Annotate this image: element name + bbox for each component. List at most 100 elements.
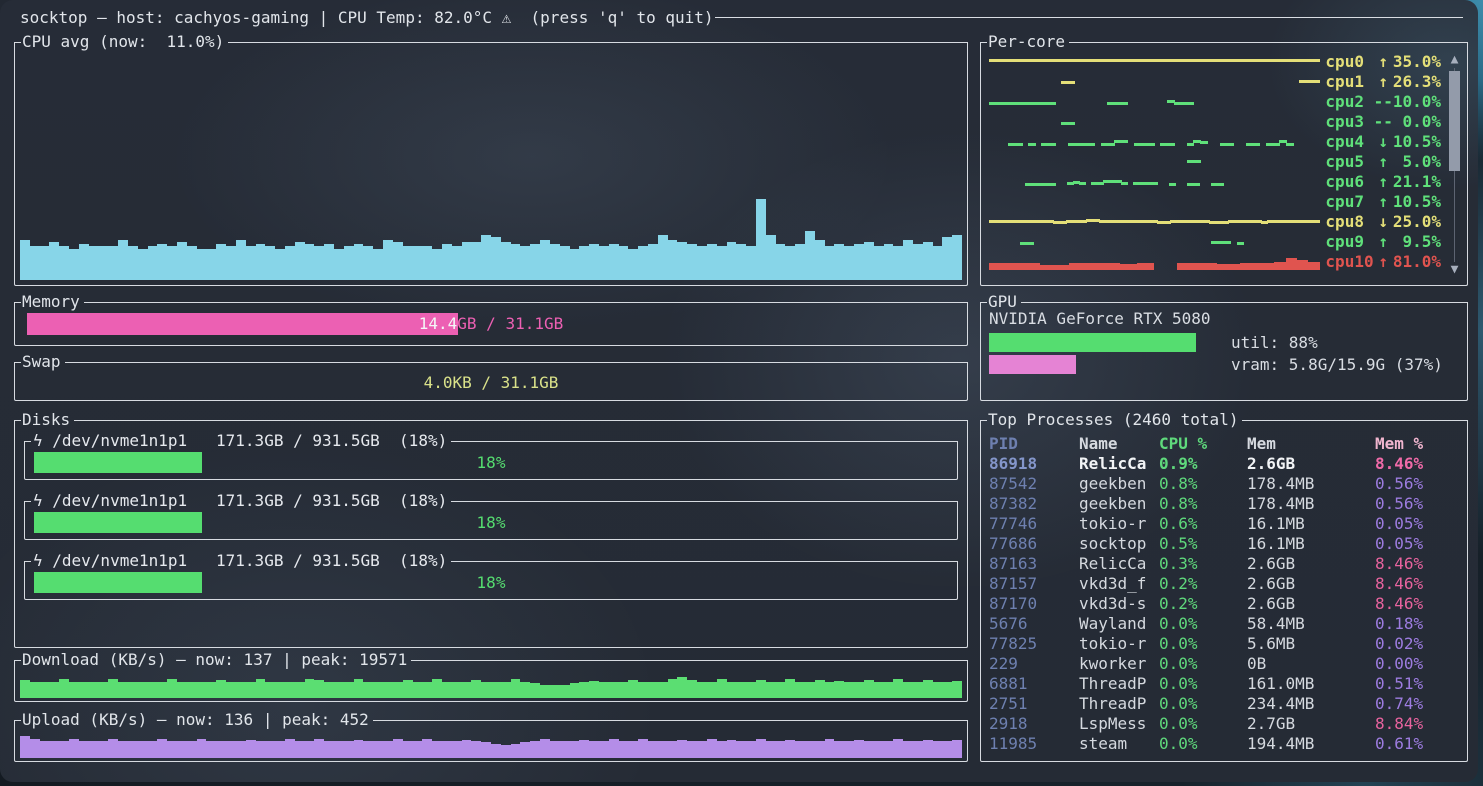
- gpu-body: NVIDIA GeForce RTX 5080 util: 88% vram: …: [981, 303, 1467, 400]
- per-core-row: cpu0↑35.0%: [981, 52, 1467, 72]
- processes-panel: Top Processes (2460 total) PID Name CPU …: [980, 412, 1468, 762]
- core-sparkline: [989, 255, 1319, 270]
- disk-subpanel: ϟ /dev/nvme1n1p1 171.3GB / 931.5GB (18%)…: [24, 433, 958, 480]
- per-core-scrollbar[interactable]: ▲ ▼: [1448, 54, 1461, 276]
- disk-subpanel: ϟ /dev/nvme1n1p1 171.3GB / 931.5GB (18%)…: [24, 553, 958, 600]
- core-sparkline: [989, 215, 1319, 230]
- download-title: Download (KB/s) — now: 137 | peak: 19571: [21, 651, 411, 669]
- per-core-row: cpu4↓10.5%: [981, 132, 1467, 152]
- process-row: 87382geekben0.8%178.4MB0.56%: [981, 494, 1467, 514]
- core-sparkline: [989, 75, 1319, 90]
- scroll-down-icon[interactable]: ▼: [1448, 264, 1461, 276]
- app-title: socktop — host: cachyos-gaming | CPU Tem…: [20, 8, 714, 27]
- process-row: 87170vkd3d-s0.2%2.6GB8.46%: [981, 594, 1467, 614]
- process-row: 77825tokio-r0.0%5.6MB0.02%: [981, 634, 1467, 654]
- core-label: cpu1↑26.3%: [1325, 72, 1441, 92]
- process-table-header: PID Name CPU % Mem Mem %: [981, 434, 1467, 454]
- per-core-row: cpu7↑10.5%: [981, 192, 1467, 212]
- gpu-name: NVIDIA GeForce RTX 5080: [989, 309, 1211, 328]
- disk-subpanel: ϟ /dev/nvme1n1p1 171.3GB / 931.5GB (18%)…: [24, 493, 958, 540]
- titlebar-rule: [715, 17, 1463, 18]
- app-titlebar: socktop — host: cachyos-gaming | CPU Tem…: [20, 7, 1463, 27]
- core-label: cpu9↑9.5%: [1325, 232, 1441, 252]
- core-label: cpu5↑5.0%: [1325, 152, 1441, 172]
- process-row: 6881ThreadP0.0%161.0MB0.51%: [981, 674, 1467, 694]
- process-row: 77686socktop0.5%16.1MB0.05%: [981, 534, 1467, 554]
- core-label: cpu8↓25.0%: [1325, 212, 1441, 232]
- per-core-row: cpu3--0.0%: [981, 112, 1467, 132]
- per-core-row: cpu2--10.0%: [981, 92, 1467, 112]
- disk-gauge: 18%: [34, 452, 948, 473]
- download-panel: Download (KB/s) — now: 137 | peak: 19571: [14, 652, 968, 702]
- memory-panel: Memory 14.4GB / 31.1GB 14.4GB / 31.1GB: [14, 294, 968, 346]
- per-core-list: cpu0↑35.0%cpu1↑26.3%cpu2--10.0%cpu3--0.0…: [981, 52, 1467, 272]
- core-label: cpu2--10.0%: [1325, 92, 1441, 112]
- process-row: 11985steam0.0%194.4MB0.61%: [981, 734, 1467, 754]
- process-row: 87157vkd3d_f0.2%2.6GB8.46%: [981, 574, 1467, 594]
- disk-gauge: 18%: [34, 512, 948, 533]
- disk-title: ϟ /dev/nvme1n1p1 171.3GB / 931.5GB (18%): [31, 492, 451, 510]
- per-core-title: Per-core: [987, 33, 1069, 51]
- gpu-panel: GPU NVIDIA GeForce RTX 5080 util: 88% vr…: [980, 294, 1468, 401]
- processes-title: Top Processes (2460 total): [987, 411, 1242, 429]
- per-core-row: cpu10↑81.0%: [981, 252, 1467, 272]
- process-row: 2751ThreadP0.0%234.4MB0.74%: [981, 694, 1467, 714]
- gpu-util-label: util: 88%: [1231, 333, 1318, 352]
- swap-title: Swap: [21, 353, 65, 371]
- core-sparkline: [989, 175, 1319, 190]
- per-core-row: cpu6↑21.1%: [981, 172, 1467, 192]
- process-row: 2918LspMess0.0%2.7GB8.84%: [981, 714, 1467, 734]
- core-label: cpu10↑81.0%: [1325, 252, 1441, 272]
- disk-list: ϟ /dev/nvme1n1p1 171.3GB / 931.5GB (18%)…: [14, 412, 968, 648]
- col-header-cpu: CPU %: [1159, 434, 1247, 454]
- col-header-pid: PID: [989, 434, 1079, 454]
- disk-gauge: 18%: [34, 572, 948, 593]
- download-sparkline: [20, 668, 962, 698]
- core-sparkline: [989, 235, 1319, 250]
- disk-gauge-label: 18%: [34, 452, 948, 473]
- cpu-avg-sparkline: [20, 56, 962, 280]
- upload-sparkline: [20, 728, 962, 758]
- core-sparkline: [989, 155, 1319, 170]
- scroll-up-icon[interactable]: ▲: [1448, 54, 1461, 66]
- disk-gauge-label: 18%: [34, 512, 948, 533]
- gpu-vram-gauge: [989, 355, 1224, 374]
- process-row: 5676Wayland0.0%58.4MB0.18%: [981, 614, 1467, 634]
- core-sparkline: [989, 135, 1319, 150]
- swap-gauge-label: 4.0KB / 31.1GB: [27, 372, 955, 393]
- core-label: cpu6↑21.1%: [1325, 172, 1441, 192]
- per-core-panel: Per-core cpu0↑35.0%cpu1↑26.3%cpu2--10.0%…: [980, 34, 1468, 286]
- swap-panel: Swap 4.0KB / 31.1GB: [14, 354, 968, 401]
- upload-title: Upload (KB/s) — now: 136 | peak: 452: [21, 711, 373, 729]
- cpu-avg-panel: CPU avg (now: 11.0%): [14, 34, 968, 286]
- core-sparkline: [989, 195, 1319, 210]
- scrollbar-thumb[interactable]: [1449, 71, 1460, 171]
- core-sparkline: [989, 115, 1319, 130]
- process-row: 87542geekben0.8%178.4MB0.56%: [981, 474, 1467, 494]
- process-table-body: 86918RelicCa0.9%2.6GB8.46%87542geekben0.…: [981, 454, 1467, 754]
- core-sparkline: [989, 55, 1319, 70]
- process-row: 86918RelicCa0.9%2.6GB8.46%: [981, 454, 1467, 474]
- cpu-avg-title: CPU avg (now: 11.0%): [21, 33, 228, 51]
- core-label: cpu3--0.0%: [1325, 112, 1441, 132]
- gpu-util-gauge: [989, 333, 1224, 352]
- process-row: 87163RelicCa0.3%2.6GB8.46%: [981, 554, 1467, 574]
- process-row: 229kworker0.0%0B0.00%: [981, 654, 1467, 674]
- per-core-row: cpu8↓25.0%: [981, 212, 1467, 232]
- per-core-row: cpu5↑5.0%: [981, 152, 1467, 172]
- memory-gauge: 14.4GB / 31.1GB 14.4GB / 31.1GB: [27, 313, 955, 335]
- gpu-util-fill: [989, 333, 1196, 352]
- upload-panel: Upload (KB/s) — now: 136 | peak: 452: [14, 712, 968, 762]
- disk-title: ϟ /dev/nvme1n1p1 171.3GB / 931.5GB (18%): [31, 432, 451, 450]
- swap-gauge: 4.0KB / 31.1GB: [27, 372, 955, 393]
- disk-gauge-label: 18%: [34, 572, 948, 593]
- col-header-mem: Mem: [1247, 434, 1375, 454]
- per-core-row: cpu9↑9.5%: [981, 232, 1467, 252]
- gpu-vram-fill: [989, 355, 1076, 374]
- core-label: cpu0↑35.0%: [1325, 52, 1441, 72]
- per-core-row: cpu1↑26.3%: [981, 72, 1467, 92]
- core-label: cpu4↓10.5%: [1325, 132, 1441, 152]
- memory-title: Memory: [21, 293, 84, 311]
- disks-panel: Disks ϟ /dev/nvme1n1p1 171.3GB / 931.5GB…: [14, 412, 968, 648]
- disk-title: ϟ /dev/nvme1n1p1 171.3GB / 931.5GB (18%): [31, 552, 451, 570]
